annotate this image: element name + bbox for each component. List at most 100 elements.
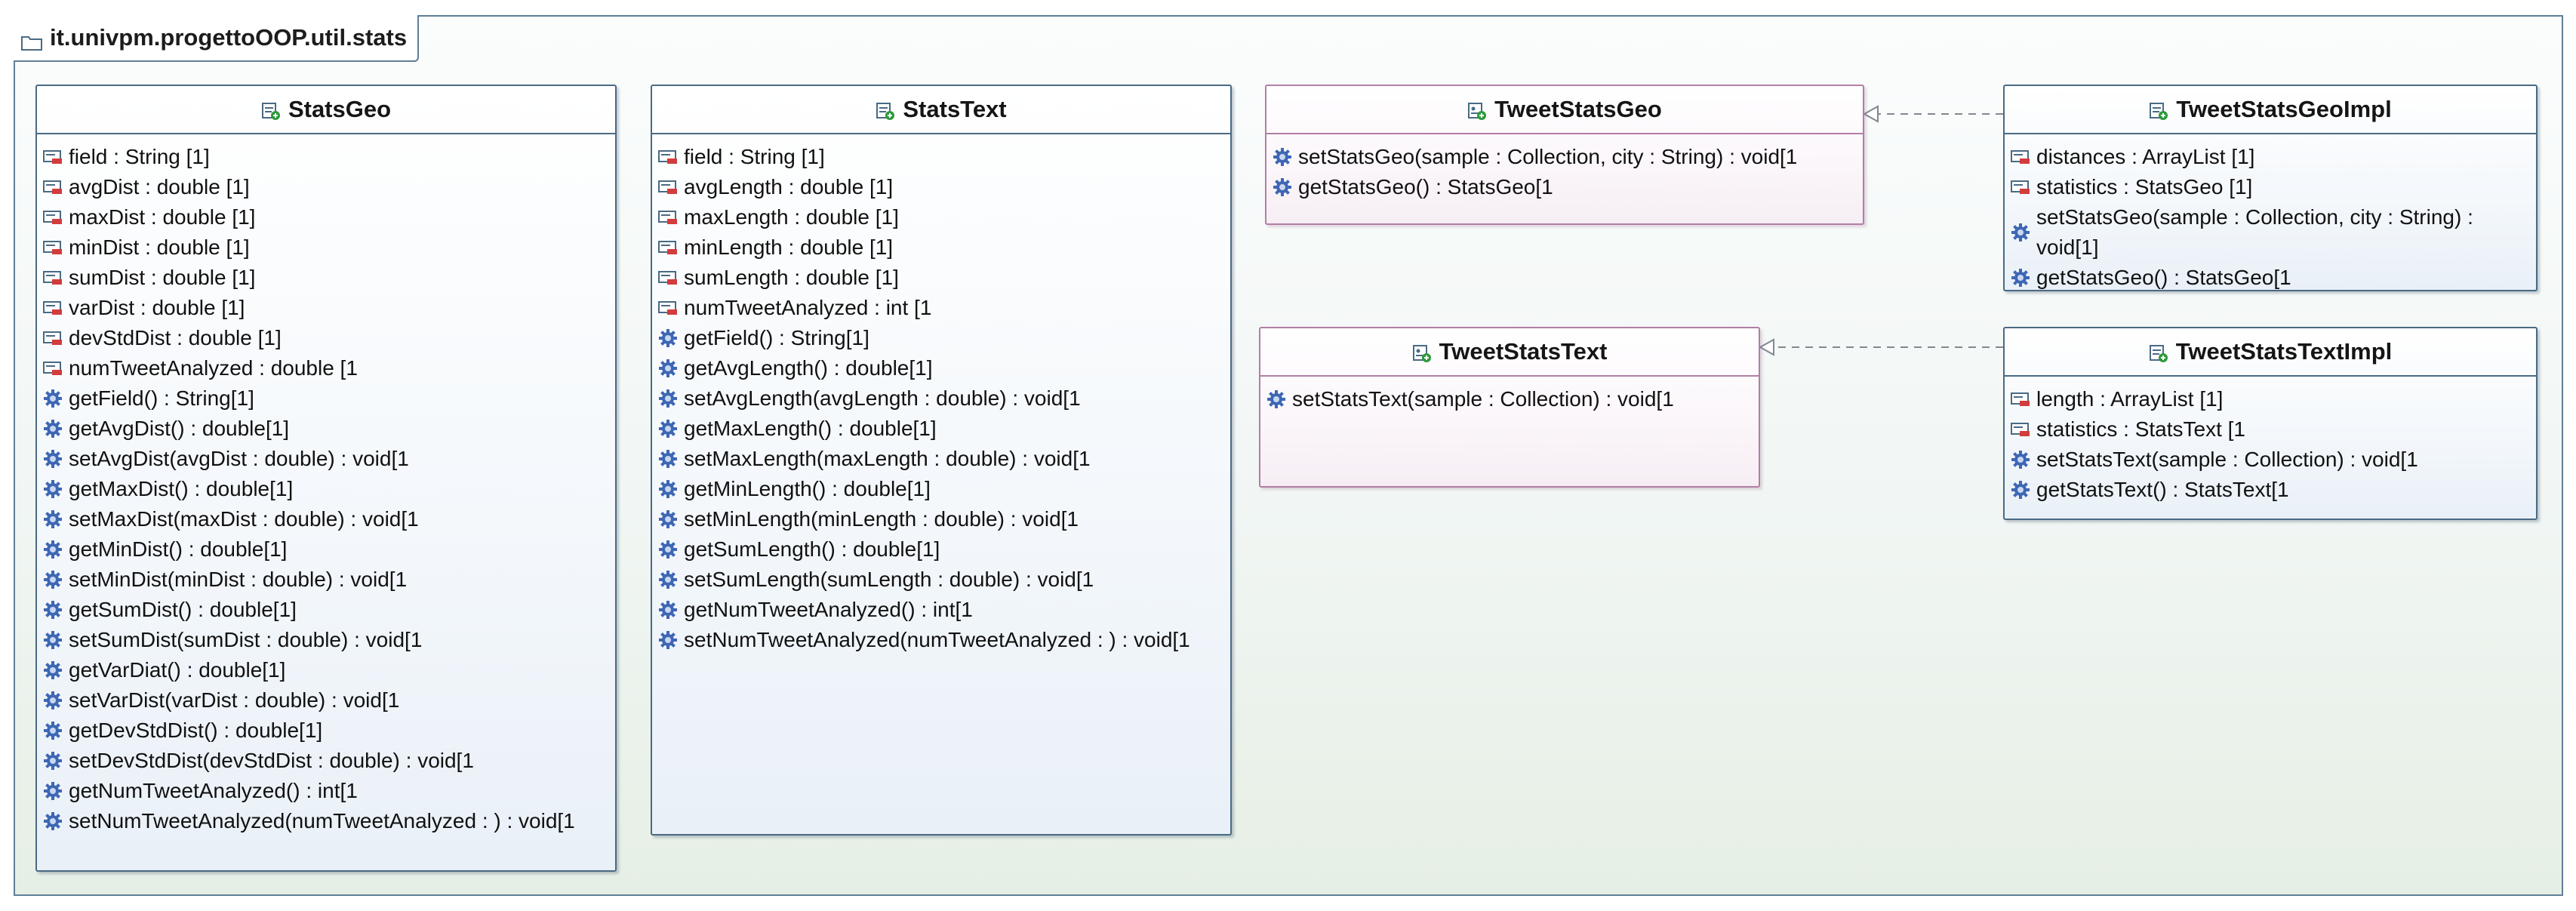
field-icon (43, 359, 63, 378)
attribute-row[interactable]: numTweetAnalyzed : int [1 (658, 293, 1230, 323)
method-icon (1273, 147, 1292, 167)
operation-row[interactable]: setNumTweetAnalyzed(numTweetAnalyzed : )… (43, 806, 615, 836)
operation-row[interactable]: getSumDist() : double[1] (43, 595, 615, 625)
operation-text: getStatsGeo() : StatsGeo[1 (2036, 266, 2291, 289)
attribute-row[interactable]: maxLength : double [1] (658, 202, 1230, 232)
operation-row[interactable]: setMinDist(minDist : double) : void[1 (43, 565, 615, 595)
operation-row[interactable]: getAvgLength() : double[1] (658, 353, 1230, 383)
operation-row[interactable]: getStatsGeo() : StatsGeo[1 (1273, 172, 1863, 202)
operation-text: setAvgDist(avgDist : double) : void[1 (69, 447, 409, 470)
interface-tweetstatsgeo[interactable]: TweetStatsGeo setStatsGeo(sample : Colle… (1265, 85, 1864, 225)
field-icon (658, 268, 678, 288)
interface-header: TweetStatsGeo (1266, 86, 1863, 134)
method-icon (43, 691, 63, 710)
attribute-text: maxLength : double [1] (684, 205, 899, 229)
method-icon (2011, 223, 2030, 242)
member-list: field : String [1] avgDist : double [1] ma… (37, 134, 615, 836)
attribute-row[interactable]: statistics : StatsGeo [1] (2011, 172, 2536, 202)
interface-icon (1412, 342, 1432, 362)
method-icon (658, 359, 678, 378)
operation-text: getSumDist() : double[1] (69, 598, 297, 621)
operation-row[interactable]: setStatsGeo(sample : Collection, city : … (2011, 202, 2536, 263)
operation-row[interactable]: setSumLength(sumLength : double) : void[… (658, 565, 1230, 595)
method-icon (43, 721, 63, 740)
operation-row[interactable]: getMinLength() : double[1] (658, 474, 1230, 504)
operation-row[interactable]: setMinLength(minLength : double) : void[… (658, 504, 1230, 534)
class-icon (2149, 342, 2168, 362)
attribute-row[interactable]: varDist : double [1] (43, 293, 615, 323)
operation-text: getNumTweetAnalyzed() : int[1 (69, 779, 358, 802)
class-tweetstatsgeoimpl[interactable]: TweetStatsGeoImpl distances : ArrayList … (2003, 85, 2538, 291)
method-icon (658, 419, 678, 439)
attribute-row[interactable]: sumDist : double [1] (43, 263, 615, 293)
attribute-row[interactable]: statistics : StatsText [1 (2011, 414, 2536, 445)
attribute-text: statistics : StatsGeo [1] (2036, 175, 2253, 199)
operation-text: setStatsText(sample : Collection) : void… (2036, 448, 2418, 471)
operation-text: setSumLength(sumLength : double) : void[… (684, 568, 1094, 591)
operation-row[interactable]: getDevStdDist() : double[1] (43, 716, 615, 746)
operation-row[interactable]: setVarDist(varDist : double) : void[1 (43, 685, 615, 716)
operation-row[interactable]: getStatsText() : StatsText[1 (2011, 475, 2536, 505)
method-icon (43, 600, 63, 620)
class-statsgeo[interactable]: StatsGeo field : String [1] avgDist : dou… (35, 85, 617, 872)
attribute-row[interactable]: devStdDist : double [1] (43, 323, 615, 353)
attribute-row[interactable]: minDist : double [1] (43, 232, 615, 263)
attribute-row[interactable]: maxDist : double [1] (43, 202, 615, 232)
field-icon (658, 147, 678, 167)
operation-text: getNumTweetAnalyzed() : int[1 (684, 598, 973, 621)
operation-text: setStatsText(sample : Collection) : void… (1292, 387, 1674, 411)
member-list: length : ArrayList [1] statistics : Stats… (2005, 377, 2536, 505)
attribute-text: devStdDist : double [1] (69, 326, 282, 349)
operation-row[interactable]: setStatsText(sample : Collection) : void… (2011, 445, 2536, 475)
attribute-row[interactable]: field : String [1] (43, 142, 615, 172)
attribute-text: minLength : double [1] (684, 235, 894, 259)
operation-row[interactable]: getVarDiat() : double[1] (43, 655, 615, 685)
operation-row[interactable]: setMaxLength(maxLength : double) : void[… (658, 444, 1230, 474)
operation-row[interactable]: setDevStdDist(devStdDist : double) : voi… (43, 746, 615, 776)
attribute-row[interactable]: length : ArrayList [1] (2011, 384, 2536, 414)
member-list: distances : ArrayList [1] statistics : St… (2005, 134, 2536, 290)
operation-row[interactable]: setAvgDist(avgDist : double) : void[1 (43, 444, 615, 474)
class-header: TweetStatsGeoImpl (2005, 86, 2536, 134)
class-icon (2149, 100, 2168, 120)
attribute-row[interactable]: avgLength : double [1] (658, 172, 1230, 202)
realization-geoimpl-to-geo[interactable] (1862, 105, 2003, 123)
class-icon (876, 100, 895, 120)
operation-row[interactable]: setSumDist(sumDist : double) : void[1 (43, 625, 615, 655)
attribute-row[interactable]: avgDist : double [1] (43, 172, 615, 202)
method-icon (2011, 480, 2030, 500)
operation-row[interactable]: setStatsGeo(sample : Collection, city : … (1273, 142, 1863, 172)
attribute-row[interactable]: numTweetAnalyzed : double [1 (43, 353, 615, 383)
operation-row[interactable]: getAvgDist() : double[1] (43, 414, 615, 444)
operation-row[interactable]: setNumTweetAnalyzed(numTweetAnalyzed : )… (658, 625, 1230, 655)
attribute-row[interactable]: distances : ArrayList [1] (2011, 142, 2536, 172)
attribute-text: distances : ArrayList [1] (2036, 145, 2255, 168)
operation-row[interactable]: getStatsGeo() : StatsGeo[1 (2011, 263, 2536, 290)
attribute-row[interactable]: sumLength : double [1] (658, 263, 1230, 293)
operation-text: getAvgDist() : double[1] (69, 417, 290, 440)
attribute-text: numTweetAnalyzed : int [1 (684, 296, 932, 319)
interface-tweetstatstext[interactable]: TweetStatsText setStatsText(sample : Col… (1259, 327, 1760, 488)
field-icon (658, 298, 678, 318)
attribute-text: statistics : StatsText [1 (2036, 417, 2245, 441)
operation-row[interactable]: getNumTweetAnalyzed() : int[1 (43, 776, 615, 806)
operation-row[interactable]: getNumTweetAnalyzed() : int[1 (658, 595, 1230, 625)
attribute-row[interactable]: minLength : double [1] (658, 232, 1230, 263)
class-statstext[interactable]: StatsText field : String [1] avgLength : … (651, 85, 1232, 836)
operation-row[interactable]: setAvgLength(avgLength : double) : void[… (658, 383, 1230, 414)
operation-row[interactable]: setMaxDist(maxDist : double) : void[1 (43, 504, 615, 534)
method-icon (43, 630, 63, 650)
operation-row[interactable]: getField() : String[1] (43, 383, 615, 414)
field-icon (43, 208, 63, 227)
operation-row[interactable]: getField() : String[1] (658, 323, 1230, 353)
class-header: TweetStatsTextImpl (2005, 328, 2536, 377)
operation-row[interactable]: getMaxDist() : double[1] (43, 474, 615, 504)
operation-row[interactable]: setStatsText(sample : Collection) : void… (1266, 384, 1759, 414)
realization-textimpl-to-text[interactable] (1758, 338, 2003, 356)
class-tweetstatstextimpl[interactable]: TweetStatsTextImpl length : ArrayList [1… (2003, 327, 2538, 520)
operation-text: getField() : String[1] (69, 386, 254, 410)
operation-row[interactable]: getMaxLength() : double[1] (658, 414, 1230, 444)
operation-row[interactable]: getSumLength() : double[1] (658, 534, 1230, 565)
attribute-row[interactable]: field : String [1] (658, 142, 1230, 172)
operation-row[interactable]: getMinDist() : double[1] (43, 534, 615, 565)
